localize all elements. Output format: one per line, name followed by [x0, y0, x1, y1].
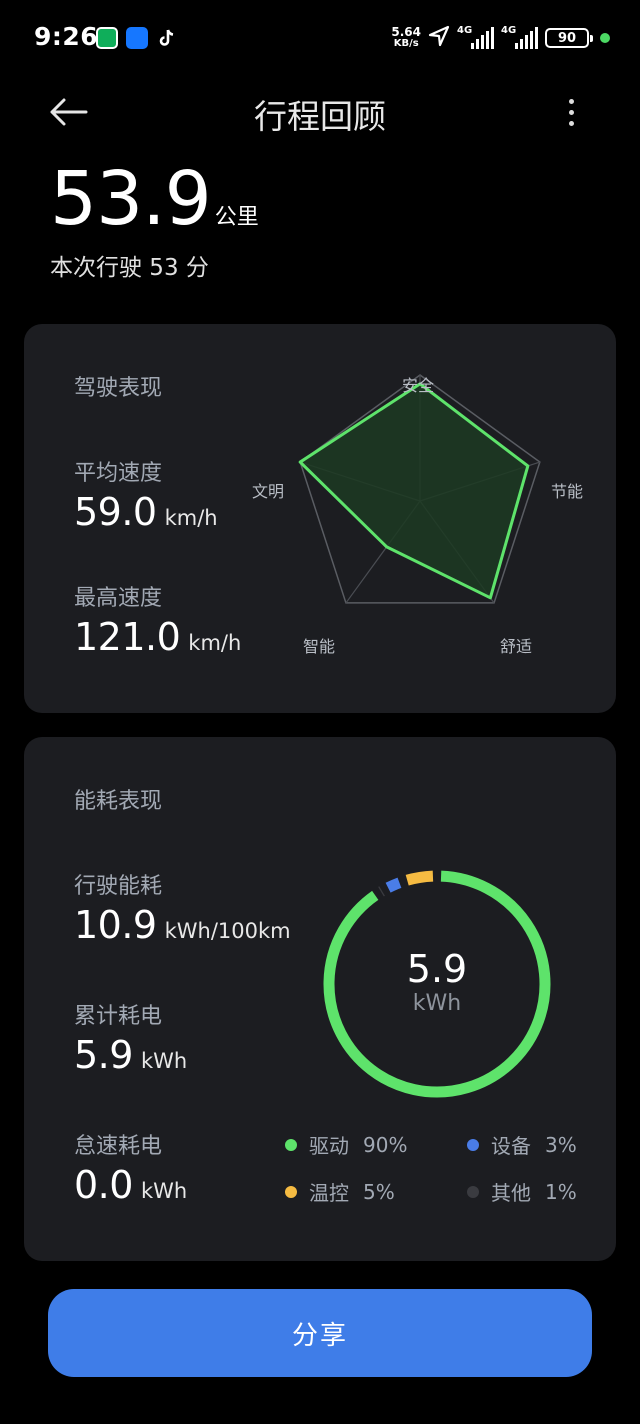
- legend-item-other: 其他 1%: [467, 1177, 577, 1206]
- distance-value: 53.9: [50, 156, 212, 242]
- radar-label-civility: 文明: [252, 482, 285, 501]
- max-speed-value: 121.0: [74, 615, 181, 659]
- driving-performance-card: 驾驶表现 平均速度 59.0 km/h 最高速度 121.0 km/h 安全 节…: [24, 324, 616, 713]
- alipay-icon: [126, 27, 148, 49]
- avg-speed-value: 59.0: [74, 490, 157, 534]
- legend-item-device: 设备 3%: [467, 1130, 577, 1159]
- legend-name-climate: 温控: [309, 1181, 349, 1205]
- avg-speed-unit: km/h: [164, 506, 218, 530]
- signal-1-type: 4G: [457, 25, 473, 36]
- share-button[interactable]: 分享: [48, 1289, 592, 1377]
- radar-label-energy-saving: 节能: [551, 482, 584, 501]
- battery-icon: 90: [545, 28, 593, 48]
- idle-energy-unit: kWh: [140, 1179, 188, 1203]
- network-speed: 5.64 KB/s: [391, 25, 421, 49]
- location-arrow-icon: [428, 25, 450, 51]
- battery-level: 90: [557, 30, 577, 46]
- ring-center-unit: kWh: [412, 991, 462, 1016]
- legend-name-device: 设备: [491, 1134, 531, 1158]
- driving-energy-unit: kWh/100km: [164, 919, 291, 943]
- ring-segment-2: [385, 877, 402, 893]
- legend-percent-climate: 5%: [363, 1179, 395, 1204]
- ring-center-value: 5.9: [406, 947, 468, 991]
- legend-percent-device: 3%: [545, 1132, 577, 1157]
- avg-speed-label: 平均速度: [74, 461, 163, 486]
- total-energy-value: 5.9: [74, 1033, 133, 1077]
- max-speed-label: 最高速度: [74, 586, 163, 611]
- driving-energy-label: 行驶能耗: [74, 874, 163, 899]
- more-vertical-icon: [568, 98, 574, 104]
- ring-segment-3: [405, 870, 434, 886]
- radar-label-safety: 安全: [402, 376, 435, 395]
- legend-item-climate: 温控 5%: [285, 1177, 395, 1206]
- trip-duration: 本次行驶 53 分: [50, 255, 209, 281]
- legend-name-drive: 驱动: [309, 1134, 349, 1158]
- idle-energy-label: 怠速耗电: [74, 1134, 163, 1159]
- distance-unit: 公里: [214, 205, 259, 230]
- signal-strength-icon: 4G: [457, 25, 494, 49]
- network-speed-unit: KB/s: [393, 38, 419, 49]
- driving-energy-value: 10.9: [74, 903, 157, 947]
- total-energy: 5.9 kWh: [74, 1033, 187, 1077]
- signal-strength-icon-2: 4G: [501, 25, 538, 49]
- signal-2-type: 4G: [501, 25, 517, 36]
- driving-energy: 10.9 kWh/100km: [74, 903, 291, 947]
- legend-name-other: 其他: [491, 1181, 531, 1205]
- radar-label-intelligence: 智能: [303, 637, 336, 656]
- legend-percent-drive: 90%: [363, 1132, 408, 1157]
- status-indicators: 5.64 KB/s 4G 4G 90: [391, 20, 610, 56]
- legend-percent-other: 1%: [545, 1179, 577, 1204]
- legend-dot-drive: [285, 1138, 297, 1151]
- network-speed-value: 5.64: [391, 25, 421, 39]
- avg-speed: 59.0 km/h: [74, 490, 218, 534]
- legend-dot-climate: [285, 1185, 297, 1198]
- driving-radar-chart: [298, 374, 541, 604]
- tiktok-icon: [156, 27, 178, 49]
- driving-card-title: 驾驶表现: [74, 376, 163, 401]
- more-options-button[interactable]: [556, 92, 586, 132]
- status-time: 9:26: [34, 22, 99, 51]
- ring-segment-1: [378, 886, 385, 897]
- status-bar: 9:26 5.64 KB/s 4G 4G 90: [0, 0, 640, 80]
- legend-dot-device: [467, 1138, 479, 1151]
- total-energy-label: 累计耗电: [74, 1004, 163, 1029]
- energy-card-title: 能耗表现: [74, 789, 163, 814]
- idle-energy-value: 0.0: [74, 1163, 133, 1207]
- legend-item-drive: 驱动 90%: [285, 1130, 407, 1159]
- trip-review-screen: 9:26 5.64 KB/s 4G 4G 90 行程回顾 53.9 公里 本次行…: [0, 0, 640, 1424]
- total-energy-unit: kWh: [140, 1049, 188, 1073]
- trip-distance: 53.9 公里: [50, 156, 259, 242]
- max-speed: 121.0 km/h: [74, 615, 241, 659]
- idle-energy: 0.0 kWh: [74, 1163, 187, 1207]
- energy-performance-card: 能耗表现 行驶能耗 10.9 kWh/100km 累计耗电 5.9 kWh 怠速…: [24, 737, 616, 1261]
- legend-dot-other: [467, 1185, 479, 1198]
- page-title: 行程回顾: [254, 97, 386, 136]
- radar-label-comfort: 舒适: [500, 637, 533, 656]
- online-dot-icon: [600, 33, 610, 43]
- wechat-pay-icon: [96, 27, 118, 49]
